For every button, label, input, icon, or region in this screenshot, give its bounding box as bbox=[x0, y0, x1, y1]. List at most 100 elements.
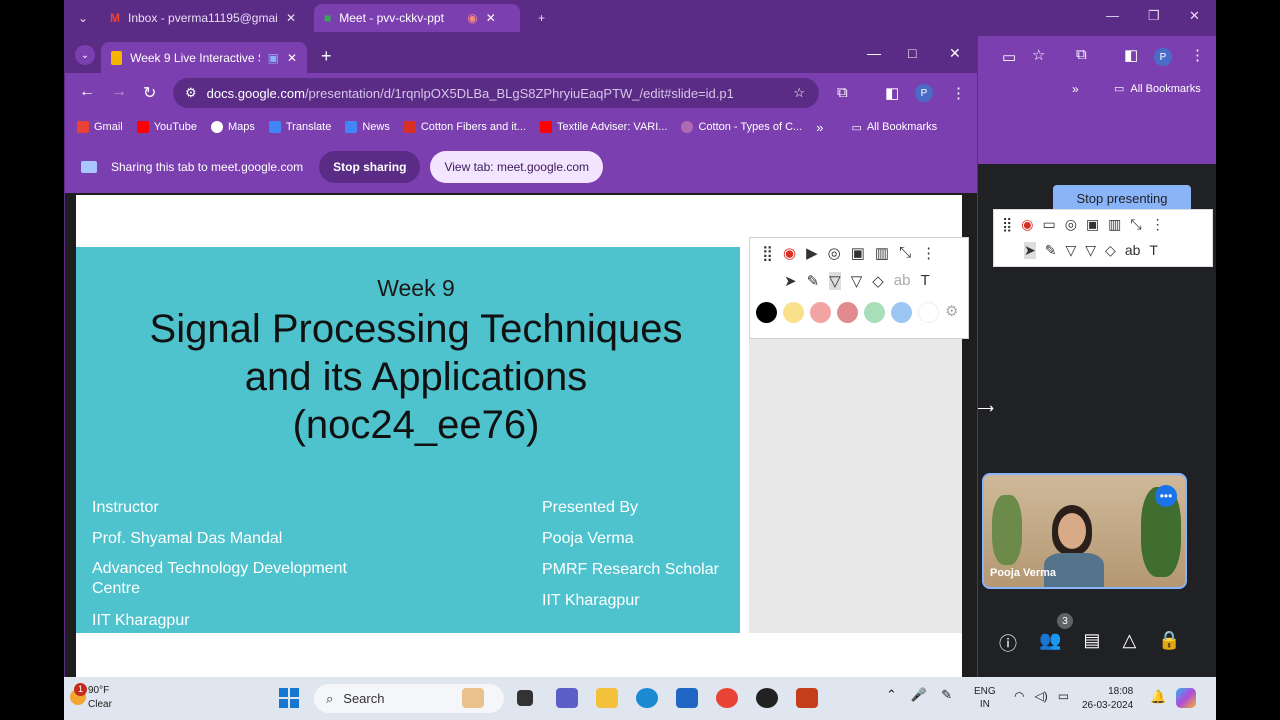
reload-icon[interactable]: ↻ bbox=[143, 83, 156, 103]
maximize-icon[interactable]: □ bbox=[908, 45, 916, 61]
color-swatch-white[interactable] bbox=[918, 302, 939, 323]
save-icon[interactable]: ▣ bbox=[1086, 216, 1099, 233]
all-bookmarks[interactable]: ▭ All Bookmarks bbox=[851, 121, 937, 134]
bookmark-cotton-fibers[interactable]: Cotton Fibers and it... bbox=[403, 121, 526, 133]
pen-icon[interactable]: ✎ bbox=[807, 272, 820, 290]
spellcheck-icon[interactable]: ab bbox=[894, 272, 911, 290]
edge-icon[interactable] bbox=[636, 688, 658, 708]
pen-icon[interactable]: ✎ bbox=[941, 687, 952, 703]
extensions-icon[interactable]: ⧉ bbox=[1076, 46, 1087, 63]
minimize-icon[interactable]: — bbox=[1106, 8, 1119, 23]
marker-icon[interactable]: ▽ bbox=[1085, 242, 1096, 259]
settings-icon[interactable]: ⚙ bbox=[945, 302, 958, 323]
bookmark-gmail[interactable]: Gmail bbox=[77, 121, 123, 133]
bookmark-textile-adviser[interactable]: Textile Adviser: VARI... bbox=[540, 121, 667, 133]
drag-handle-icon[interactable]: ⣿ bbox=[1002, 216, 1012, 233]
obs-icon[interactable] bbox=[756, 688, 778, 708]
close-icon[interactable]: ✕ bbox=[486, 11, 496, 25]
tab-slides[interactable]: Week 9 Live Interactive Sess ▣ ✕ bbox=[101, 42, 307, 73]
collapse-icon[interactable]: ⤡ bbox=[1130, 216, 1141, 233]
task-view-icon[interactable] bbox=[517, 690, 533, 706]
new-tab-button[interactable]: + bbox=[528, 4, 555, 32]
spellcheck-icon[interactable]: ab bbox=[1125, 242, 1141, 259]
screen-icon[interactable]: ▭ bbox=[1042, 216, 1055, 233]
save-icon[interactable]: ▣ bbox=[851, 244, 865, 262]
people-icon[interactable]: 👥 bbox=[1039, 630, 1061, 656]
tab-down-icon[interactable]: ⌄ bbox=[68, 4, 98, 32]
bookmark-cotton-types[interactable]: Cotton - Types of C... bbox=[681, 121, 802, 133]
all-bookmarks[interactable]: ▭ All Bookmarks bbox=[1114, 82, 1201, 96]
microphone-icon[interactable]: 🎤 bbox=[911, 687, 927, 703]
bookmark-youtube[interactable]: YouTube bbox=[136, 121, 197, 133]
trash-icon[interactable]: ▥ bbox=[1108, 216, 1121, 233]
eraser-icon[interactable]: ◇ bbox=[1105, 242, 1116, 259]
star-icon[interactable]: ☆ bbox=[793, 85, 805, 101]
tab-meet[interactable]: ■ Meet - pvv-ckkv-ppt ◉ ✕ bbox=[314, 4, 520, 32]
close-icon[interactable]: ✕ bbox=[286, 11, 296, 25]
stop-sharing-button[interactable]: Stop sharing bbox=[319, 151, 421, 183]
file-explorer-icon[interactable] bbox=[596, 688, 618, 708]
extensions-icon[interactable]: ⧉ bbox=[837, 84, 848, 101]
restore-icon[interactable]: ❐ bbox=[1148, 8, 1160, 24]
bookmark-news[interactable]: News bbox=[345, 121, 390, 133]
collapse-icon[interactable]: ⤡ bbox=[899, 244, 911, 262]
cursor-icon[interactable]: ➤ bbox=[1024, 242, 1036, 259]
more-icon[interactable]: ⋮ bbox=[921, 244, 936, 262]
info-icon[interactable]: ⓘ bbox=[999, 630, 1017, 656]
back-icon[interactable]: ← bbox=[79, 83, 95, 101]
notification-bell-icon[interactable]: 🔔 bbox=[1150, 689, 1166, 705]
weather-widget[interactable]: 1 90°F Clear bbox=[70, 683, 112, 712]
bookmark-translate[interactable]: Translate bbox=[268, 121, 331, 133]
highlighter-icon[interactable]: ▽ bbox=[1065, 242, 1076, 259]
color-swatch-black[interactable] bbox=[756, 302, 777, 323]
menu-icon[interactable]: ⋮ bbox=[1190, 46, 1205, 64]
cursor-icon[interactable]: ➤ bbox=[784, 272, 797, 290]
color-swatch-blue[interactable] bbox=[891, 302, 912, 323]
sidepanel-icon[interactable]: ◧ bbox=[885, 84, 899, 102]
color-swatch-yellow[interactable] bbox=[783, 302, 804, 323]
menu-icon[interactable]: ⋮ bbox=[951, 84, 966, 102]
screen-icon[interactable]: ▶ bbox=[806, 244, 818, 262]
forward-icon[interactable]: → bbox=[111, 83, 127, 101]
new-tab-button[interactable]: + bbox=[321, 46, 332, 67]
chevron-up-icon[interactable]: ⌃ bbox=[886, 687, 897, 703]
status-icons[interactable]: ◠ ◁) ▭ bbox=[1014, 689, 1069, 703]
close-window-icon[interactable]: ✕ bbox=[949, 45, 961, 62]
pen-icon[interactable]: ✎ bbox=[1045, 242, 1057, 259]
language-indicator[interactable]: ENG IN bbox=[974, 685, 996, 711]
avatar[interactable]: P bbox=[1154, 48, 1172, 66]
color-swatch-pink[interactable] bbox=[810, 302, 831, 323]
chevron-right-icon[interactable]: » bbox=[816, 120, 823, 135]
star-icon[interactable]: ☆ bbox=[1032, 46, 1045, 64]
start-button[interactable] bbox=[279, 688, 299, 708]
avatar[interactable]: P bbox=[915, 84, 933, 102]
chevron-right-icon[interactable]: » bbox=[1072, 82, 1079, 96]
text-icon[interactable]: T bbox=[920, 272, 929, 290]
sidepanel-icon[interactable]: ◧ bbox=[1124, 46, 1138, 64]
drag-handle-icon[interactable]: ⣿ bbox=[762, 244, 773, 262]
view-tab-button[interactable]: View tab: meet.google.com bbox=[430, 151, 603, 183]
eye-icon[interactable]: ◎ bbox=[1065, 216, 1077, 233]
text-icon[interactable]: T bbox=[1149, 242, 1158, 259]
bookmark-maps[interactable]: Maps bbox=[210, 121, 255, 133]
store-icon[interactable] bbox=[676, 688, 698, 708]
stop-presenting-button[interactable]: Stop presenting bbox=[1053, 185, 1191, 211]
copilot-icon[interactable] bbox=[1176, 688, 1196, 708]
activities-icon[interactable]: △ bbox=[1122, 630, 1136, 656]
trash-icon[interactable]: ▥ bbox=[875, 244, 889, 262]
marker-icon[interactable]: ▽ bbox=[851, 272, 863, 290]
teams-icon[interactable] bbox=[556, 688, 578, 708]
host-controls-icon[interactable]: 🔒 bbox=[1158, 630, 1180, 656]
minimize-icon[interactable]: — bbox=[867, 45, 881, 61]
tab-search-icon[interactable]: ⌄ bbox=[75, 45, 95, 65]
highlighter-icon[interactable]: ▽ bbox=[829, 272, 841, 290]
clock[interactable]: 18:08 26-03-2024 bbox=[1082, 685, 1133, 713]
more-options-icon[interactable]: ••• bbox=[1155, 485, 1177, 507]
close-icon[interactable]: ✕ bbox=[287, 51, 297, 65]
record-icon[interactable]: ◉ bbox=[783, 244, 796, 262]
record-icon[interactable]: ◉ bbox=[1021, 216, 1033, 233]
chrome-icon[interactable] bbox=[716, 688, 738, 708]
participant-video-tile[interactable]: ••• Pooja Verma bbox=[982, 473, 1187, 589]
tab-inbox[interactable]: M Inbox - pverma11195@gmail.co ✕ bbox=[100, 4, 306, 32]
camera-icon[interactable]: ▭ bbox=[1002, 48, 1016, 66]
